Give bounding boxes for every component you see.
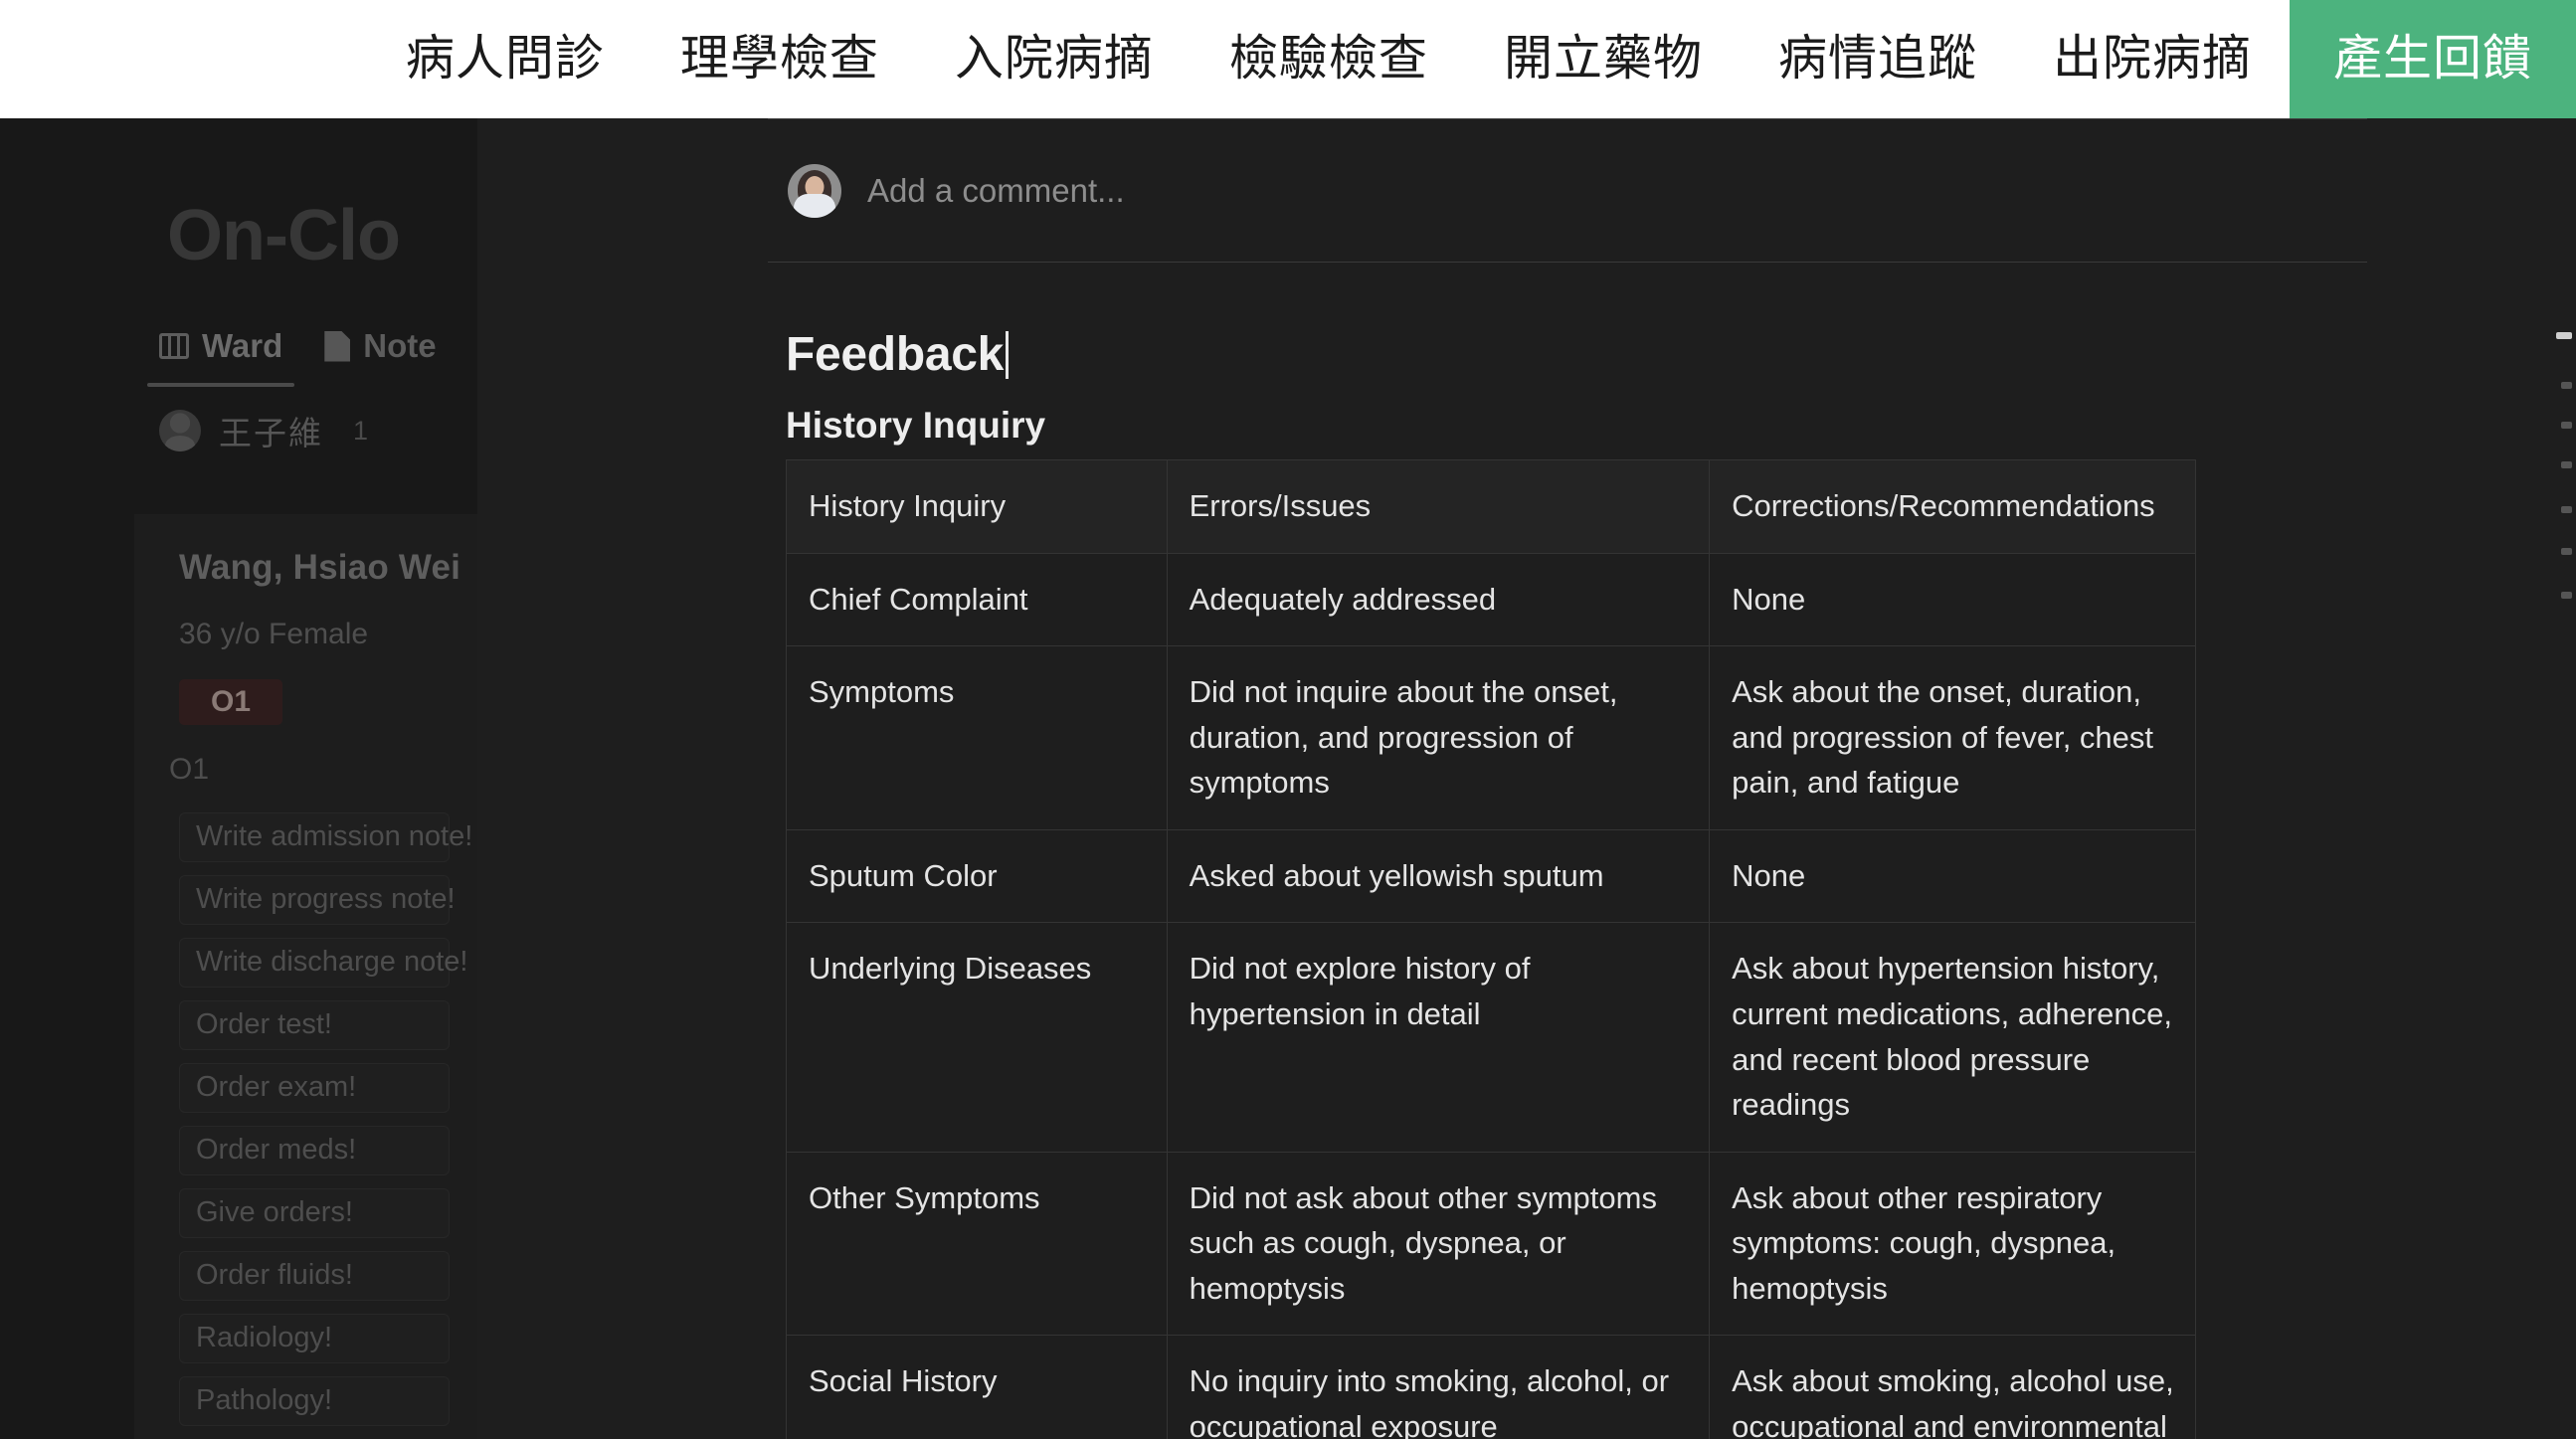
table-row: Chief Complaint Adequately addressed None [786, 552, 2196, 647]
top-tab-list: 病人問診 理學檢查 入院病摘 檢驗檢查 開立藥物 病情追蹤 出院病摘 產生回饋 [368, 0, 2576, 118]
sidebar-user-row[interactable]: 王子維 1 [159, 407, 368, 454]
action-button-4[interactable]: Order exam! [179, 1063, 450, 1113]
table-cell: Ask about other respiratory symptoms: co… [1709, 1151, 2196, 1337]
outline-marker-3[interactable] [2561, 461, 2572, 468]
app-logo: On-Clo [167, 196, 401, 275]
add-comment-row[interactable]: Add a comment... [768, 119, 2367, 262]
main-content: Add a comment... Feedback History Inquir… [477, 118, 2576, 1439]
sidebar-tab-ward[interactable]: Ward [146, 327, 295, 387]
outline-marker-4[interactable] [2561, 506, 2572, 513]
table-cell: Asked about yellowish sputum [1166, 828, 1711, 924]
table-cell: Did not explore history of hypertension … [1166, 922, 1711, 1153]
patient-name: Wang, Hsiao Wei [179, 548, 461, 587]
comment-section: Add a comment... [768, 118, 2367, 263]
tab-7-active[interactable]: 產生回饋 [2289, 0, 2576, 118]
page-title[interactable]: Feedback [786, 327, 1010, 382]
sidebar-tab-ward-label: Ward [202, 327, 283, 364]
tab-2[interactable]: 入院病摘 [917, 0, 1192, 118]
columns-icon [159, 333, 189, 359]
table-row: Social History No inquiry into smoking, a… [786, 1335, 2196, 1439]
table-cell: None [1709, 552, 2196, 647]
tab-6[interactable]: 出院病摘 [2015, 0, 2290, 118]
action-button-7[interactable]: Order fluids! [179, 1251, 450, 1301]
table-body: Chief Complaint Adequately addressed None S… [786, 552, 2196, 1439]
page-title-text: Feedback [786, 328, 1005, 381]
action-button-6[interactable]: Give orders! [179, 1188, 450, 1238]
app-root: 病人問診 理學檢查 入院病摘 檢驗檢查 開立藥物 病情追蹤 出院病摘 產生回饋 On-Clo … [0, 0, 2576, 1439]
comment-input[interactable]: Add a comment... [867, 172, 1125, 210]
table-cell: No inquiry into smoking, alcohol, or occ… [1166, 1335, 1711, 1439]
tab-3[interactable]: 檢驗檢查 [1192, 0, 1466, 118]
top-tab-bar: 病人問診 理學檢查 入院病摘 檢驗檢查 開立藥物 病情追蹤 出院病摘 產生回饋 [0, 0, 2576, 118]
avatar [788, 164, 841, 218]
table-cell: Did not ask about other symptoms such as… [1166, 1151, 1711, 1337]
table-cell: Ask about the onset, duration, and progr… [1709, 645, 2196, 830]
table-row: Sputum Color Asked about yellowish sputum… [786, 828, 2196, 924]
action-button-0[interactable]: Write admission note! [179, 812, 472, 862]
sidebar-user-count: 1 [353, 415, 369, 446]
feedback-table: History Inquiry Errors/Issues Corrections/… [786, 459, 2196, 1439]
outline-marker-1[interactable] [2561, 382, 2572, 389]
table-cell: Did not inquire about the onset, duratio… [1166, 645, 1711, 830]
text-cursor [1006, 331, 1010, 379]
sidebar-tab-note[interactable]: Note [324, 327, 437, 375]
table-header-cell: History Inquiry [786, 459, 1168, 554]
table-row: Symptoms Did not inquire about the onset,… [786, 645, 2196, 830]
table-row: Underlying Diseases Did not explore histo… [786, 922, 2196, 1153]
table-cell: Symptoms [786, 645, 1168, 830]
document-icon [324, 330, 351, 362]
table-cell: Underlying Diseases [786, 922, 1168, 1153]
action-button-5[interactable]: Order meds! [179, 1126, 450, 1175]
outline-marker-0[interactable] [2556, 332, 2572, 339]
patient-card[interactable]: Wang, Hsiao Wei 36 y/o Female O1 O1 Writ… [134, 514, 477, 1439]
table-cell: Adequately addressed [1166, 552, 1711, 647]
table-header-cell: Corrections/Recommendations [1709, 459, 2196, 554]
table-cell: Chief Complaint [786, 552, 1168, 647]
action-button-8[interactable]: Radiology! [179, 1314, 450, 1363]
document-outline-markers[interactable] [2552, 118, 2576, 1439]
sidebar-tab-group: Ward Note [146, 327, 437, 387]
patient-action-list: Write admission note! Write progress note… [179, 812, 477, 1439]
table-row: Other Symptoms Did not ask about other sy… [786, 1151, 2196, 1337]
tab-1[interactable]: 理學檢查 [643, 0, 917, 118]
table-cell: Ask about smoking, alcohol use, occupati… [1709, 1335, 2196, 1439]
action-button-1[interactable]: Write progress note! [179, 875, 456, 925]
table-header-row: History Inquiry Errors/Issues Corrections/… [786, 459, 2196, 554]
status-badge: O1 [179, 679, 283, 725]
table-cell: Other Symptoms [786, 1151, 1168, 1337]
divider-bottom [768, 262, 2367, 263]
section-heading: History Inquiry [786, 405, 1046, 446]
tab-4[interactable]: 開立藥物 [1466, 0, 1741, 118]
avatar [159, 410, 201, 451]
action-button-9[interactable]: Pathology! [179, 1376, 450, 1426]
table-cell: Social History [786, 1335, 1168, 1439]
sidebar-tab-note-label: Note [363, 327, 437, 364]
table-cell: Sputum Color [786, 828, 1168, 924]
tab-0[interactable]: 病人問診 [368, 0, 643, 118]
sidebar-user-name: 王子維 [219, 415, 323, 451]
sidebar: On-Clo Ward Note 王子維 1 Wang, Hsiao Wei 3… [0, 118, 477, 1439]
patient-demographics: 36 y/o Female [179, 618, 369, 650]
outline-marker-5[interactable] [2561, 548, 2572, 555]
table-cell: Ask about hypertension history, current … [1709, 922, 2196, 1153]
tab-5[interactable]: 病情追蹤 [1741, 0, 2015, 118]
table-cell: None [1709, 828, 2196, 924]
outline-marker-6[interactable] [2561, 592, 2572, 599]
outline-marker-2[interactable] [2561, 422, 2572, 429]
patient-room: O1 [169, 753, 210, 786]
action-button-2[interactable]: Write discharge note! [179, 938, 468, 988]
table-header-cell: Errors/Issues [1166, 459, 1711, 554]
action-button-3[interactable]: Order test! [179, 1000, 450, 1050]
